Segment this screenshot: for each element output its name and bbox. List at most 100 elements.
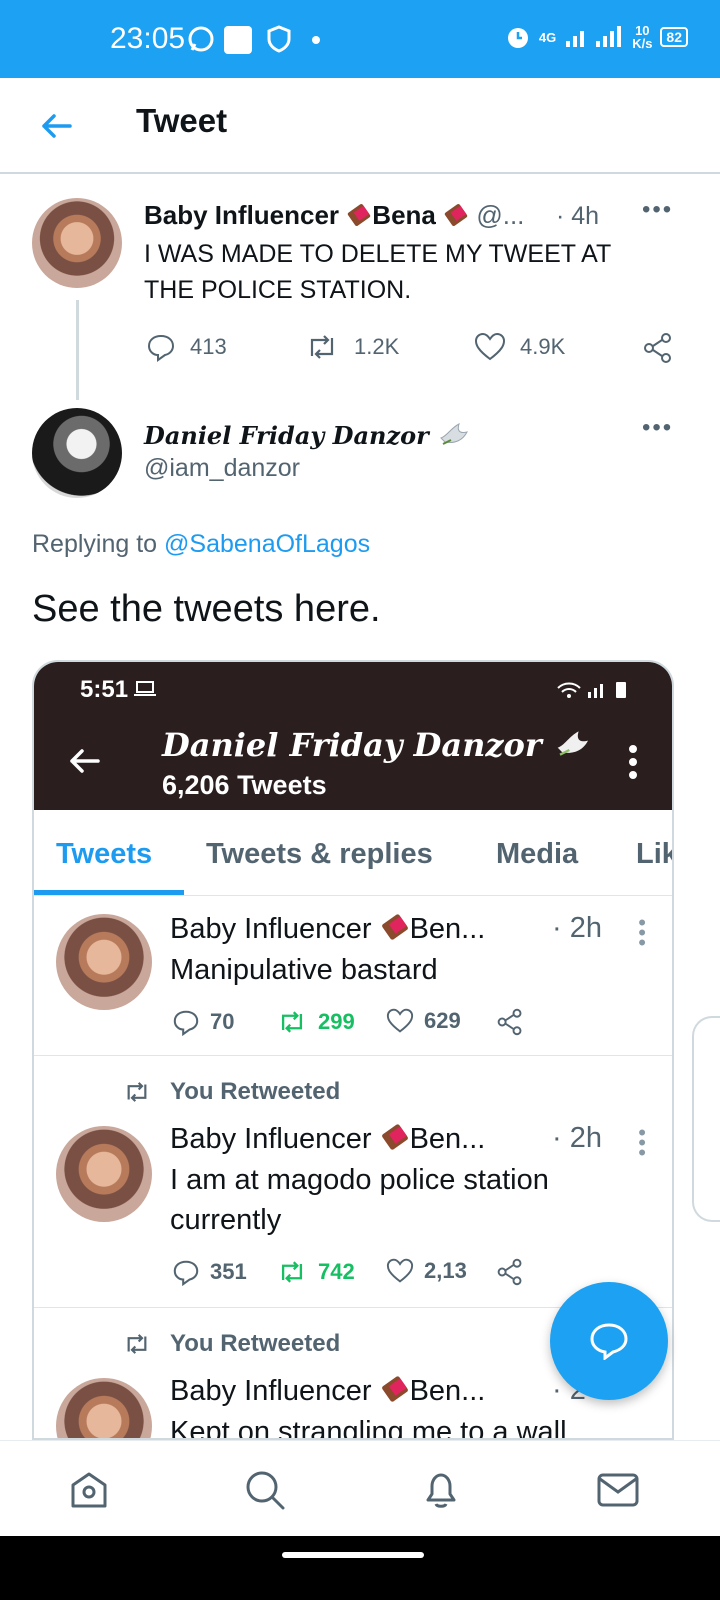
avatar[interactable] (56, 1126, 152, 1222)
tweet-time: · 2h (552, 912, 602, 944)
avatar[interactable] (56, 1378, 152, 1438)
back-arrow-icon[interactable] (38, 108, 74, 144)
retweet-label: You Retweeted (122, 1078, 340, 1106)
tweet-author-name: Baby Influencer Ben... (170, 1123, 486, 1155)
like-count: 4.9K (520, 334, 566, 359)
notification-dot-icon (312, 36, 320, 44)
share-icon[interactable] (642, 332, 674, 364)
tweet-text: Manipulative bastard (170, 954, 438, 986)
top-header: Tweet (0, 78, 720, 174)
page-title: Tweet (136, 102, 228, 139)
embedded-header: 5:51 Daniel Friday Danzor 6,206 Tweets (34, 662, 672, 810)
embedded-profile-name: Daniel Friday Danzor (162, 724, 595, 764)
tweet-author-name: Baby Influencer Ben... (170, 913, 486, 945)
dove-icon (440, 423, 469, 445)
status-right: 4G 10 K/s 82 (505, 24, 688, 50)
bottom-navigation (0, 1440, 720, 1536)
network-type: 4G (538, 29, 557, 45)
retweet-icon (281, 1011, 303, 1033)
home-icon[interactable] (68, 1469, 110, 1511)
embedded-status-icons (557, 682, 626, 698)
tweet-author-name: Baby Influencer Ben... (170, 1375, 486, 1407)
dove-icon (557, 731, 588, 756)
more-icon[interactable]: ••• (638, 912, 646, 954)
retweet-button[interactable]: 299 (276, 1008, 355, 1036)
tweet-time: · 4h (556, 202, 600, 230)
retweet-count: 1.2K (354, 334, 400, 359)
tweet-author-name[interactable]: Baby Influencer Bena @... (144, 200, 524, 231)
tab-likes[interactable]: Lik (636, 838, 672, 871)
more-icon[interactable]: ••• (642, 414, 673, 442)
status-bar: 23:05 4G 10 K/s 82 (0, 0, 720, 78)
avatar[interactable] (32, 198, 122, 288)
tab-tweets-replies[interactable]: Tweets & replies (206, 838, 433, 871)
retweet-icon (281, 1261, 303, 1283)
chocolate-emoji-icon (381, 1124, 408, 1150)
tweet-text: I WAS MADE TO DELETE MY TWEET AT THE POL… (144, 240, 612, 304)
whatsapp-icon (188, 26, 214, 52)
tweet-text: I am at magodo police station currently (170, 1164, 549, 1236)
tweet-time: · 2h (552, 1122, 602, 1154)
more-icon[interactable]: ••• (642, 196, 673, 224)
retweet-icon (127, 1082, 147, 1102)
more-icon[interactable]: ••• (638, 1122, 646, 1164)
replying-to: Replying to @SabenaOfLagos (32, 530, 371, 558)
like-icon (474, 332, 506, 361)
back-arrow-icon[interactable] (68, 746, 102, 776)
reply-count: 413 (190, 334, 227, 359)
reply-author-name[interactable]: Daniel Friday Danzor (144, 418, 473, 450)
like-button[interactable]: 4.9K (474, 332, 565, 362)
retweet-label: You Retweeted (122, 1330, 340, 1358)
like-button[interactable]: 2,13 (386, 1258, 467, 1284)
laptop-icon (134, 681, 156, 696)
reply-text: See the tweets here. (32, 588, 381, 630)
messages-icon[interactable] (596, 1469, 640, 1511)
chocolate-emoji-icon (348, 204, 371, 226)
retweet-icon (310, 335, 334, 359)
tweet-text: Kept on strangling me to a wall (170, 1416, 567, 1440)
app-notification-icon (224, 26, 252, 54)
avatar[interactable] (32, 408, 122, 498)
side-panel-edge (692, 1016, 720, 1222)
share-icon[interactable] (496, 1008, 524, 1036)
embedded-time: 5:51 (80, 676, 129, 703)
tab-media[interactable]: Media (496, 838, 578, 871)
notifications-icon[interactable] (420, 1469, 462, 1511)
home-gesture-bar[interactable] (282, 1552, 424, 1558)
reply-icon (173, 1260, 199, 1286)
retweet-button[interactable]: 1.2K (304, 332, 399, 362)
tab-tweets[interactable]: Tweets (56, 838, 152, 871)
tweet-count: 6,206 Tweets (162, 770, 327, 800)
share-icon[interactable] (496, 1258, 524, 1286)
signal-icon (566, 26, 622, 47)
system-nav-bar (0, 1536, 720, 1600)
compose-icon (590, 1323, 628, 1360)
kebab-menu-icon[interactable] (628, 744, 638, 780)
replying-to-link[interactable]: @SabenaOfLagos (164, 530, 370, 558)
net-speed: 10 K/s (632, 23, 653, 51)
reply-author-handle: @iam_danzor (144, 454, 301, 482)
tab-indicator (34, 890, 184, 895)
retweet-button[interactable]: 742 (276, 1258, 355, 1286)
reply-button[interactable]: 70 (172, 1008, 234, 1036)
like-button[interactable]: 629 (386, 1008, 461, 1034)
tweet-author-handle: @... (476, 200, 525, 230)
reply-button[interactable]: 413 (146, 332, 227, 362)
list-item[interactable]: You Retweeted Baby Influencer Ben... · 2… (34, 1056, 672, 1308)
search-icon[interactable] (244, 1469, 286, 1511)
chocolate-emoji-icon (381, 914, 408, 940)
reply-button[interactable]: 351 (172, 1258, 247, 1286)
thread-line (76, 300, 79, 400)
reply-icon (173, 1010, 199, 1036)
compose-button[interactable] (550, 1282, 668, 1400)
shield-icon (267, 25, 291, 53)
chocolate-emoji-icon (444, 204, 468, 226)
like-icon (386, 1008, 414, 1033)
avatar[interactable] (56, 914, 152, 1010)
like-icon (386, 1258, 414, 1283)
chocolate-emoji-icon (381, 1376, 408, 1402)
retweet-icon (127, 1334, 147, 1354)
list-item[interactable]: Baby Influencer Ben... · 2h • • • Manipula… (34, 896, 672, 1056)
alarm-icon (507, 28, 528, 48)
profile-tabs: Tweets Tweets & replies Media Lik (34, 810, 672, 896)
